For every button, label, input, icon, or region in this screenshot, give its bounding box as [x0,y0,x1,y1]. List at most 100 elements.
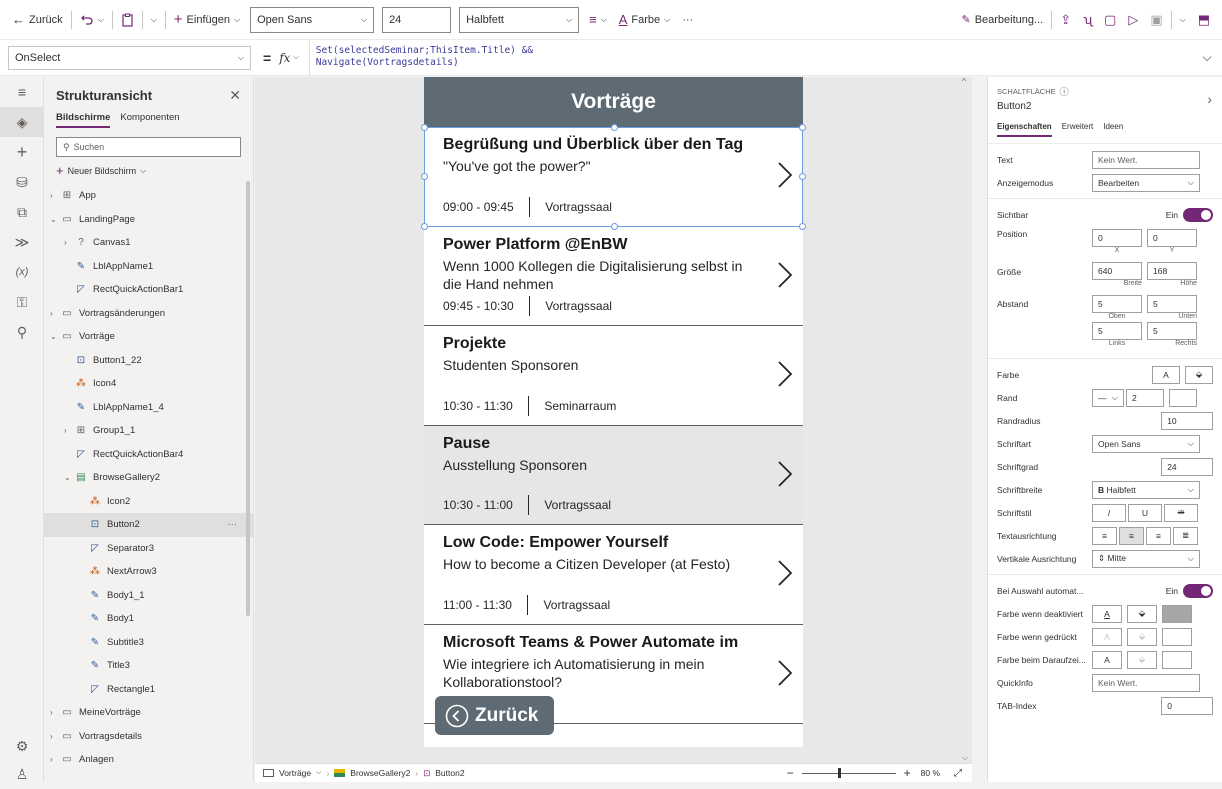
zoom-slider-thumb[interactable] [838,768,842,778]
chevron-right-icon[interactable]: › [50,755,60,764]
insert-button[interactable]: + Einfügen ⌵ [168,6,246,34]
share-button[interactable]: ⇪ [1054,6,1077,34]
next-arrow-icon[interactable] [777,659,793,687]
tree-item[interactable]: ✎ LblAppName1 [44,255,253,279]
hover-border-color[interactable] [1162,650,1192,669]
tree-item[interactable]: › ▭ Vortragsdetails [44,725,253,749]
tree-search-input[interactable]: ⚲ Suchen [56,137,241,157]
font-weight-dropdown[interactable]: Halbfett ⌵ [459,6,580,33]
font-size-input-prop[interactable]: 24 [1161,457,1213,476]
chevron-right-icon[interactable]: › [50,309,60,318]
tab-advanced[interactable]: Erweitert [1062,122,1094,137]
tree-item[interactable]: ⊡ Button2 ··· [44,513,253,537]
more-options-icon[interactable]: ··· [228,519,238,530]
breadcrumb-screen[interactable]: Vorträge [279,768,311,778]
tree-item[interactable]: ✎ Title3 [44,654,253,678]
radius-input[interactable]: 10 [1161,411,1213,430]
align-button[interactable]: ≡ ⌵ [583,6,613,34]
next-arrow-icon[interactable] [777,261,793,289]
disabled-fill-color[interactable]: ⬙ [1127,604,1157,623]
tab-properties[interactable]: Eigenschaften [997,122,1052,137]
scroll-down-icon[interactable]: ⌵ [962,753,968,763]
tree-item[interactable]: ◸ Rectangle1 [44,678,253,702]
paste-button[interactable] [115,6,140,34]
expand-formula-icon[interactable]: ⌵ [1192,50,1222,65]
chevron-right-icon[interactable]: › [50,191,60,200]
tree-item[interactable]: ⌄ ▭ LandingPage [44,208,253,232]
hover-font-color[interactable]: A [1092,650,1122,669]
hamburger-icon[interactable]: ≡ [0,77,44,107]
font-weight-dropdown-prop[interactable]: B Halbfett ⌵ [1092,480,1200,499]
gallery-item[interactable]: Projekte Studenten Sponsoren 10:30 - 11:30… [424,326,803,426]
align-justify-button[interactable]: ≣ [1173,526,1198,545]
text-input[interactable]: Kein Wert. [1092,150,1200,169]
preview-button[interactable]: ▷ [1122,6,1144,34]
more-button[interactable]: ··· [676,6,699,34]
publish-button[interactable]: ⬒ [1192,6,1216,34]
tree-scrollbar[interactable] [246,181,250,616]
tree-item[interactable]: ◸ RectQuickActionBar4 [44,443,253,467]
border-color-picker[interactable] [1169,388,1197,407]
tree-item[interactable]: › ⊞ App [44,184,253,208]
help-icon[interactable]: ⓘ [1060,85,1069,98]
variables-icon[interactable]: (x) [0,257,44,287]
tree-item[interactable]: › ▭ MeineVorträge [44,701,253,725]
power-automate-icon[interactable]: ≫ [0,227,44,257]
formula-input[interactable]: Set(selectedSeminar;ThisItem.Title) && N… [308,40,1192,75]
tree-item[interactable]: ⁂ Icon2 [44,490,253,514]
chevron-right-icon[interactable]: › [50,708,60,717]
tools-icon[interactable]: ⚿ [0,287,44,317]
pressed-border-color[interactable] [1162,627,1192,646]
breadcrumb-control[interactable]: Button2 [435,768,464,778]
media-icon[interactable]: ⧉ [0,197,44,227]
chevron-right-icon[interactable]: › [1207,91,1212,107]
padding-top-input[interactable]: 5 [1092,295,1142,313]
tab-ideas[interactable]: Ideen [1103,122,1123,137]
next-arrow-icon[interactable] [777,161,793,189]
chevron-right-icon[interactable]: › [50,732,60,741]
control-name[interactable]: Button2 [997,101,1213,112]
tree-view-icon[interactable]: ◈ [0,107,44,137]
zoom-slider[interactable] [801,768,896,778]
disabled-font-color[interactable]: A [1092,604,1122,623]
gallery-item[interactable]: Begrüßung und Überblick über den Tag "You… [424,127,803,227]
auto-disable-toggle[interactable] [1183,583,1213,598]
next-arrow-icon[interactable] [777,360,793,388]
chevron-right-icon[interactable]: › [64,426,74,435]
canvas-scrollbar[interactable]: ^ ⌵ [960,77,970,763]
tooltip-input[interactable]: Kein Wert. [1092,673,1200,692]
back-button[interactable]: ← Zurück [6,6,69,34]
padding-left-input[interactable]: 5 [1092,322,1142,340]
padding-bottom-input[interactable]: 5 [1147,295,1197,313]
gallery-item[interactable]: Pause Ausstellung Sponsoren 10:30 - 11:00 V… [424,425,803,525]
breadcrumb-gallery[interactable]: BrowseGallery2 [350,768,410,778]
tree-item[interactable]: ✎ LblAppName1_4 [44,396,253,420]
pressed-fill-color[interactable]: ⬙ [1127,627,1157,646]
tree-item[interactable]: ✎ Subtitle3 [44,631,253,655]
align-right-button[interactable]: ≡ [1146,526,1171,545]
font-color-picker[interactable]: A [1152,365,1180,384]
tree-item[interactable]: ✎ Body1_1 [44,584,253,608]
visible-toggle[interactable] [1183,207,1213,222]
hover-fill-color[interactable]: ⬙ [1127,650,1157,669]
font-size-input[interactable]: 24 [382,6,452,33]
color-button[interactable]: A Farbe ⌵ [613,6,677,34]
display-mode-dropdown[interactable]: Bearbeiten ⌵ [1092,173,1200,192]
close-icon[interactable]: ✕ [229,87,241,104]
checker-button[interactable]: ʯ [1077,6,1098,34]
gallery-item[interactable]: Low Code: Empower Yourself How to become … [424,525,803,625]
tree-item[interactable]: ⊡ Button1_22 [44,349,253,373]
tab-components[interactable]: Komponenten [120,112,179,128]
settings-icon[interactable]: ⚙ [0,731,44,761]
pressed-font-color[interactable]: A [1092,627,1122,646]
strikethrough-button[interactable]: ab [1164,503,1198,522]
tree-item[interactable]: › ⊞ Group1_1 [44,419,253,443]
tree-item[interactable]: ◸ RectQuickActionBar1 [44,278,253,302]
tab-screens[interactable]: Bildschirme [56,112,111,128]
tree-item[interactable]: › ▭ Anlagen [44,748,253,772]
border-style-dropdown[interactable]: — ⌵ [1092,388,1124,407]
vertical-align-dropdown[interactable]: ⇕ Mitte ⌵ [1092,549,1200,568]
chevron-down-icon[interactable]: ⌄ [50,215,60,224]
search-icon[interactable]: ⚲ [0,317,44,347]
font-dropdown[interactable]: Open Sans ⌵ [250,6,375,33]
